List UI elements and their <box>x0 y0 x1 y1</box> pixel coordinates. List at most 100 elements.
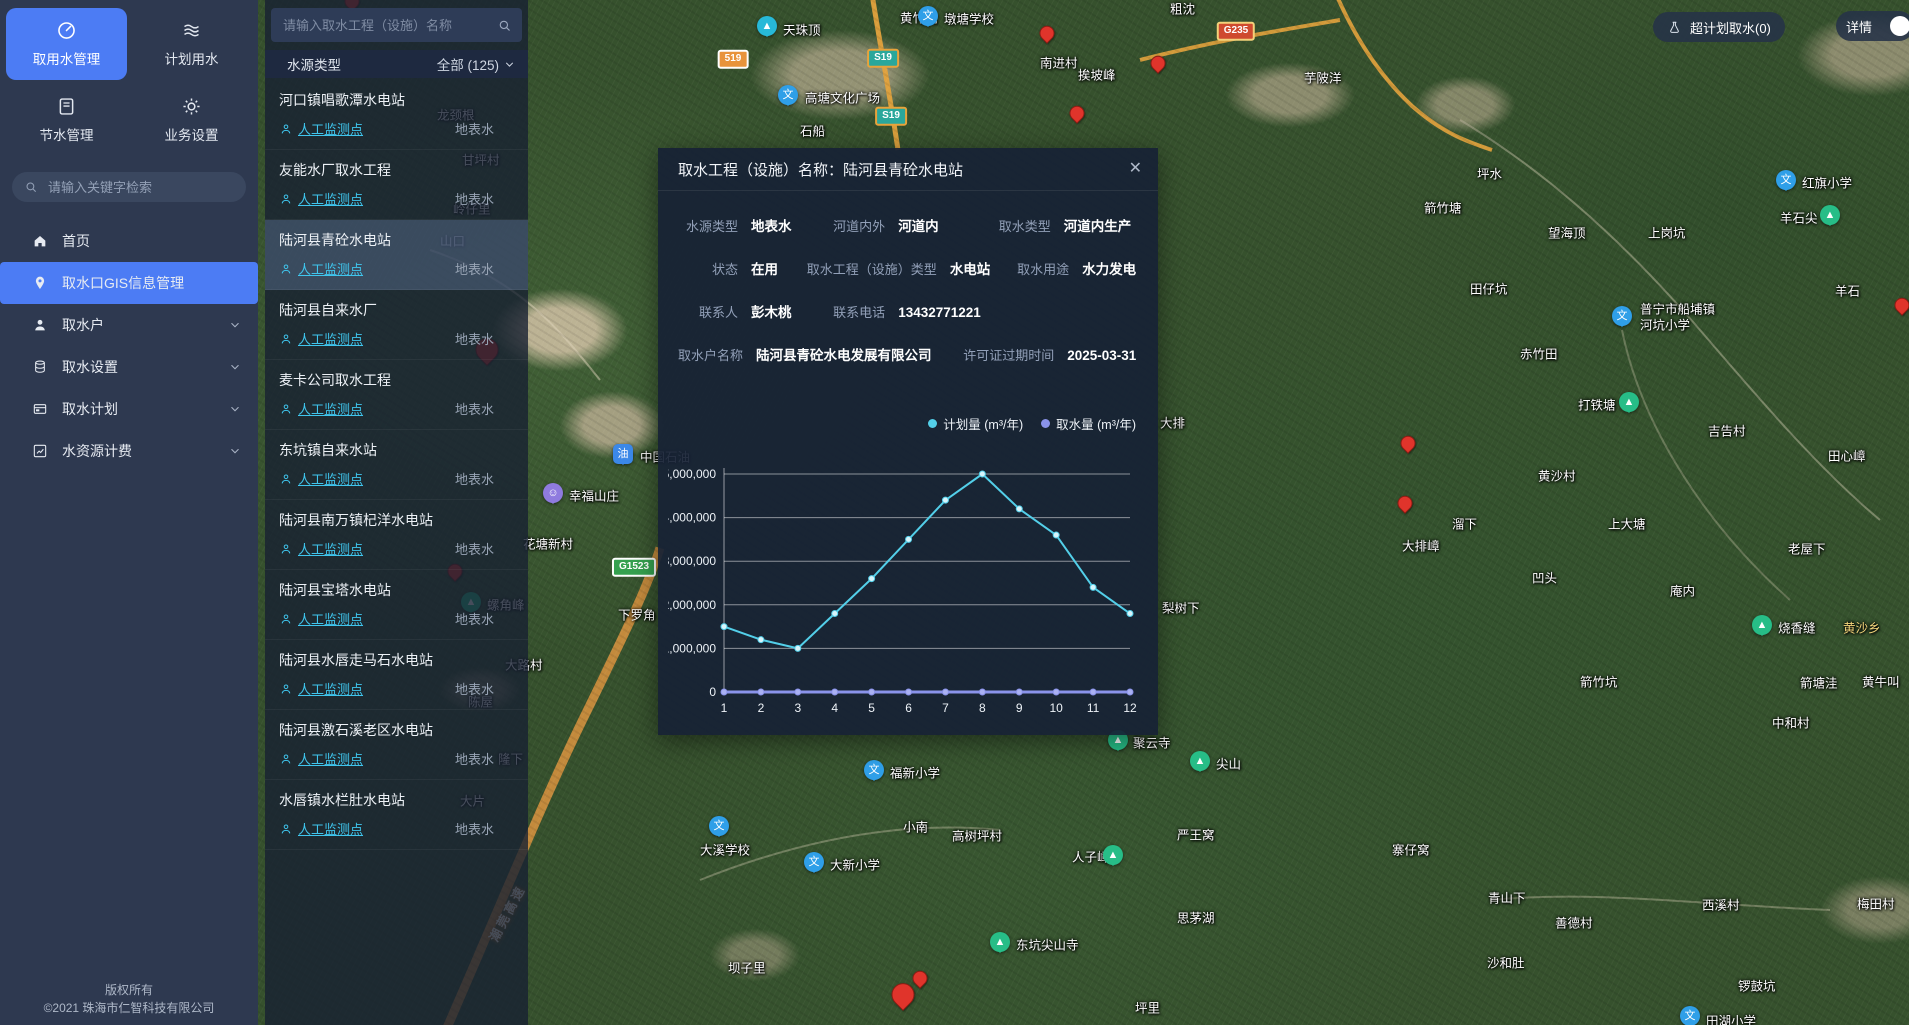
manual-monitor-link[interactable]: 人工监测点 <box>279 259 363 278</box>
sidebar-search-input[interactable] <box>46 179 234 196</box>
sidebar: 取用水管理计划用水节水管理业务设置 首页取水口GIS信息管理取水户取水设置取水计… <box>0 0 258 1025</box>
legend-item: 计划量 (m³/年) <box>928 414 1023 433</box>
module-tile-0[interactable]: 取用水管理 <box>6 8 127 80</box>
module-tile-3[interactable]: 业务设置 <box>131 84 252 156</box>
field-label: 取水工程（设施）类型 <box>807 259 937 278</box>
map-label: 寨仔窝 <box>1392 840 1430 859</box>
sidebar-item-0[interactable]: 首页 <box>0 220 258 262</box>
map-marker-school[interactable]: 文 <box>778 85 798 105</box>
station-list-item[interactable]: 陆河县水唇走马石水电站人工监测点地表水 <box>265 640 528 710</box>
search-icon[interactable] <box>497 18 512 33</box>
field-value: 13432771221 <box>898 305 981 320</box>
map-label: 尖山 <box>1216 754 1241 773</box>
station-list-item[interactable]: 陆河县青砼水电站人工监测点地表水 <box>265 220 528 290</box>
sidebar-item-label: 取水设置 <box>62 357 118 377</box>
map-marker-villa[interactable]: ☺ <box>543 483 563 503</box>
sidebar-item-1[interactable]: 取水口GIS信息管理 <box>0 262 258 304</box>
db-icon <box>32 359 48 375</box>
station-list-item[interactable]: 东坑镇自来水站人工监测点地表水 <box>265 430 528 500</box>
info-row: 水源类型地表水河道内外河道内取水类型河道内生产 <box>678 215 1138 235</box>
info-row: 取水户名称陆河县青砼水电发展有限公司许可证过期时间2025-03-31 <box>678 344 1138 364</box>
map-marker-green[interactable]: ▲ <box>990 932 1010 952</box>
manual-monitor-link[interactable]: 人工监测点 <box>279 679 363 698</box>
field-value: 水电站 <box>950 258 991 278</box>
svg-text:2: 2 <box>758 701 765 715</box>
sidebar-item-4[interactable]: 取水计划 <box>0 388 258 430</box>
map-label: 芋陂洋 <box>1304 68 1342 87</box>
map-label: 东坑尖山寺 <box>1016 935 1079 954</box>
field-label: 状态 <box>678 259 738 278</box>
station-name: 陆河县宝塔水电站 <box>279 580 514 600</box>
map-label: 沙和肚 <box>1487 953 1525 972</box>
map-label: 大溪学校 <box>700 840 750 859</box>
toggle-knob[interactable] <box>1890 16 1909 36</box>
map-label: 吉告村 <box>1708 421 1746 440</box>
legend-dot-icon <box>928 419 937 428</box>
map-marker-green[interactable]: ▲ <box>1619 392 1639 412</box>
manual-monitor-link[interactable]: 人工监测点 <box>279 539 363 558</box>
svg-text:4: 4 <box>831 701 838 715</box>
module-tile-2[interactable]: 节水管理 <box>6 84 127 156</box>
close-icon[interactable]: ✕ <box>1129 161 1142 177</box>
map-marker-school[interactable]: 文 <box>1776 170 1796 190</box>
station-list-item[interactable]: 陆河县南万镇杞洋水电站人工监测点地表水 <box>265 500 528 570</box>
water-source-type: 地表水 <box>455 259 494 278</box>
info-pair: 取水户名称陆河县青砼水电发展有限公司 <box>678 344 963 364</box>
sidebar-search[interactable] <box>12 172 246 202</box>
info-pair: 取水类型河道内生产 <box>991 215 1138 235</box>
info-pair: 联系电话 13432771221 <box>825 302 1046 321</box>
map-label: 赤竹田 <box>1520 344 1558 363</box>
sidebar-item-3[interactable]: 取水设置 <box>0 346 258 388</box>
filter-dropdown[interactable]: 全部 (125) <box>437 54 516 74</box>
station-search-input[interactable] <box>281 17 489 34</box>
map-marker-fuel[interactable]: 油 <box>613 444 633 464</box>
manual-monitor-link[interactable]: 人工监测点 <box>279 399 363 418</box>
manual-monitor-link[interactable]: 人工监测点 <box>279 469 363 488</box>
overplan-intake-button[interactable]: 超计划取水(0) <box>1653 12 1785 42</box>
person-icon <box>279 472 293 486</box>
map-label: 打铁塘 <box>1578 395 1616 414</box>
info-pair: 联系人彭木桃 <box>678 301 825 321</box>
manual-monitor-link[interactable]: 人工监测点 <box>279 329 363 348</box>
station-search[interactable] <box>271 8 522 42</box>
station-list-item[interactable]: 水唇镇水栏肚水电站人工监测点地表水 <box>265 780 528 850</box>
svg-text:0: 0 <box>709 685 716 699</box>
map-marker-school[interactable]: 文 <box>804 852 824 872</box>
person-icon <box>279 192 293 206</box>
manual-monitor-link[interactable]: 人工监测点 <box>279 119 363 138</box>
station-name: 友能水厂取水工程 <box>279 160 514 180</box>
map-marker-peak[interactable]: ▲ <box>757 16 777 36</box>
module-tile-1[interactable]: 计划用水 <box>131 8 252 80</box>
sidebar-item-2[interactable]: 取水户 <box>0 304 258 346</box>
map-marker-green[interactable]: ▲ <box>1752 615 1772 635</box>
detail-toggle[interactable]: 详情 <box>1836 11 1909 41</box>
map-marker-school[interactable]: 文 <box>918 6 938 26</box>
map-label: 梅田村 <box>1857 894 1895 913</box>
map-marker-school[interactable]: 文 <box>709 816 729 836</box>
map-marker-green[interactable]: ▲ <box>1103 845 1123 865</box>
station-list-item[interactable]: 陆河县宝塔水电站人工监测点地表水 <box>265 570 528 640</box>
map-label: 烧香缝 <box>1778 618 1816 637</box>
map-marker-school[interactable]: 文 <box>1680 1006 1700 1025</box>
svg-text:5,000,000: 5,000,000 <box>668 467 716 481</box>
manual-monitor-link[interactable]: 人工监测点 <box>279 609 363 628</box>
map-marker-green[interactable]: ▲ <box>1190 751 1210 771</box>
field-label: 取水用途 <box>1009 259 1069 278</box>
manual-monitor-link[interactable]: 人工监测点 <box>279 189 363 208</box>
station-list-item[interactable]: 友能水厂取水工程人工监测点地表水 <box>265 150 528 220</box>
road-badge: 519 <box>718 50 749 69</box>
info-row: 联系人彭木桃联系电话 13432771221 <box>678 301 1138 321</box>
station-list-item[interactable]: 陆河县自来水厂人工监测点地表水 <box>265 290 528 360</box>
manual-monitor-link[interactable]: 人工监测点 <box>279 749 363 768</box>
sidebar-item-5[interactable]: 水资源计费 <box>0 430 258 472</box>
station-list-item[interactable]: 河口镇唱歌潭水电站人工监测点地表水 <box>265 80 528 150</box>
map-label: 箭竹坑 <box>1580 672 1618 691</box>
map-marker-school[interactable]: 文 <box>864 760 884 780</box>
svg-text:10: 10 <box>1050 701 1064 715</box>
manual-monitor-link[interactable]: 人工监测点 <box>279 819 363 838</box>
map-marker-green[interactable]: ▲ <box>1820 205 1840 225</box>
field-label: 联系电话 <box>825 302 885 321</box>
map-marker-school[interactable]: 文 <box>1612 306 1632 326</box>
station-list-item[interactable]: 陆河县激石溪老区水电站人工监测点地表水 <box>265 710 528 780</box>
station-list-item[interactable]: 麦卡公司取水工程人工监测点地表水 <box>265 360 528 430</box>
